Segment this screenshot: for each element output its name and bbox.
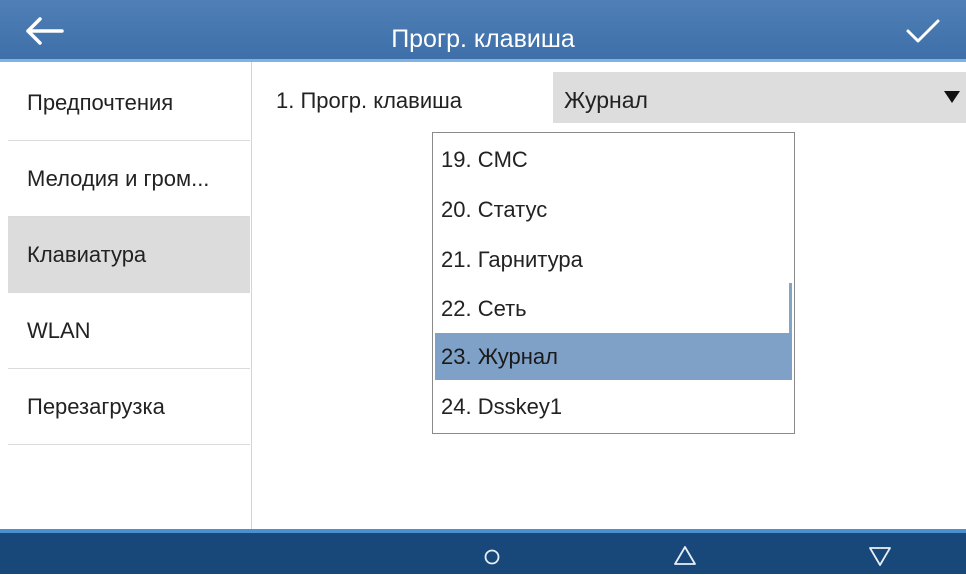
confirm-button[interactable] <box>902 14 942 48</box>
sidebar-item-ringtone-volume[interactable]: Мелодия и гром... <box>8 141 250 217</box>
checkmark-icon <box>906 19 940 43</box>
circle-icon <box>484 549 500 565</box>
softkey-circle-button[interactable] <box>462 533 522 574</box>
softkey-up-button[interactable] <box>655 533 715 574</box>
sidebar-item-wlan[interactable]: WLAN <box>8 293 250 369</box>
sidebar: Предпочтения Мелодия и гром... Клавиатур… <box>0 62 252 529</box>
triangle-down-icon <box>869 547 891 566</box>
softkey-select[interactable]: Журнал <box>553 72 966 123</box>
list-item[interactable]: 19. CMC <box>435 136 792 183</box>
sidebar-item-preferences[interactable]: Предпочтения <box>8 65 250 141</box>
sidebar-item-reboot[interactable]: Перезагрузка <box>8 369 250 445</box>
sidebar-item-keyboard[interactable]: Клавиатура <box>8 217 250 293</box>
list-item-selected[interactable]: 23. Журнал <box>435 333 792 380</box>
softkey-down-button[interactable] <box>850 533 910 574</box>
list-item[interactable]: 22. Сеть <box>435 285 792 332</box>
softkey-bar <box>0 529 966 574</box>
field-label: 1. Прогр. клавиша <box>276 88 463 113</box>
dropdown-list[interactable]: 19. CMC 20. Статус 21. Гарнитура 22. Сет… <box>432 132 795 434</box>
select-value: Журнал <box>564 87 648 113</box>
scrollbar[interactable] <box>789 283 792 333</box>
page-title: Прогр. клавиша <box>391 25 575 53</box>
list-item[interactable]: 20. Статус <box>435 186 792 233</box>
list-item[interactable]: 21. Гарнитура <box>435 236 792 283</box>
triangle-down-icon <box>944 91 960 103</box>
list-item[interactable]: 24. Dsskey1 <box>435 383 792 430</box>
title-bar: Прогр. клавиша <box>0 0 966 62</box>
triangle-up-icon <box>674 546 696 565</box>
